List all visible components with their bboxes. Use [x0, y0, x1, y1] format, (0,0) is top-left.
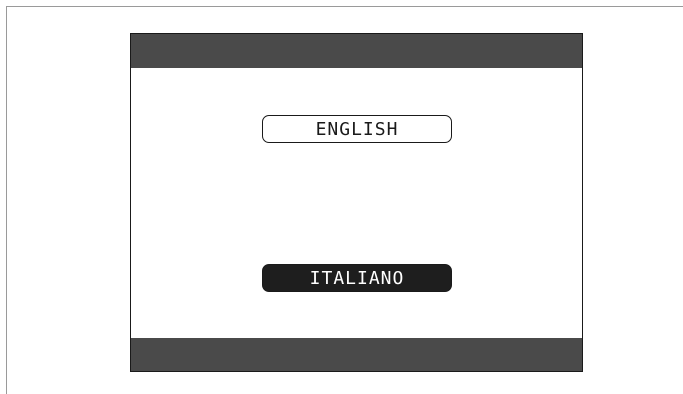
- device-screen: ENGLISH ITALIANO: [130, 33, 583, 372]
- english-button[interactable]: ENGLISH: [262, 115, 452, 143]
- frame-left-line: [6, 6, 7, 394]
- top-bar: [131, 34, 582, 68]
- italiano-button[interactable]: ITALIANO: [262, 264, 452, 292]
- page: ENGLISH ITALIANO: [0, 0, 683, 394]
- frame-top-line: [6, 6, 683, 7]
- bottom-bar: [131, 338, 582, 371]
